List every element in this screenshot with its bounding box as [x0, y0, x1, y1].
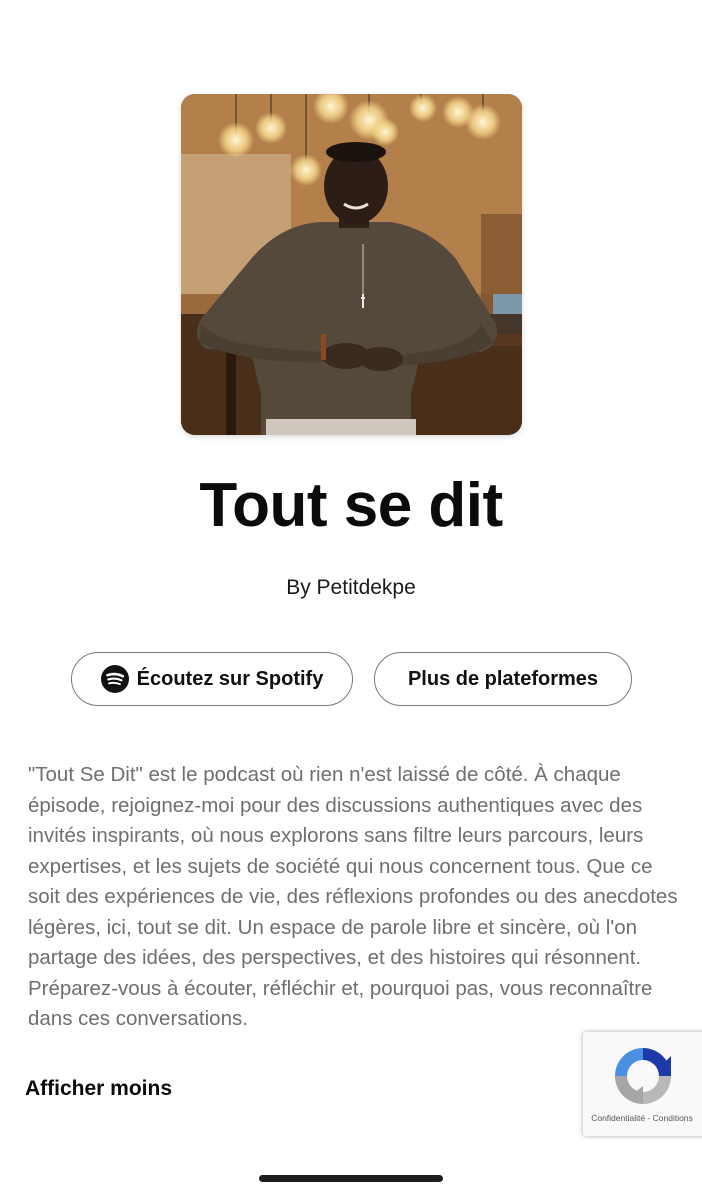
podcast-author: By Petitdekpe — [286, 576, 416, 599]
podcast-description: "Tout Se Dit" est le podcast où rien n'e… — [28, 763, 678, 1030]
cover-photo-illustration — [181, 94, 522, 435]
podcast-cover-image — [181, 94, 522, 435]
recaptcha-badge[interactable]: Confidentialité - Conditions — [583, 1032, 702, 1136]
recaptcha-icon — [615, 1048, 671, 1104]
more-platforms-button[interactable]: Plus de plateformes — [374, 652, 632, 706]
spotify-icon — [100, 665, 129, 693]
show-less-link[interactable]: Afficher moins — [25, 1077, 172, 1101]
more-platforms-label: Plus de plateformes — [407, 667, 599, 690]
listen-on-spotify-button[interactable]: Écoutez sur Spotify — [71, 652, 353, 706]
listen-on-spotify-label: Écoutez sur Spotify — [136, 667, 324, 690]
recaptcha-links[interactable]: Confidentialité - Conditions — [583, 1113, 701, 1123]
podcast-title: Tout se dit — [199, 471, 503, 540]
home-indicator — [259, 1175, 443, 1182]
